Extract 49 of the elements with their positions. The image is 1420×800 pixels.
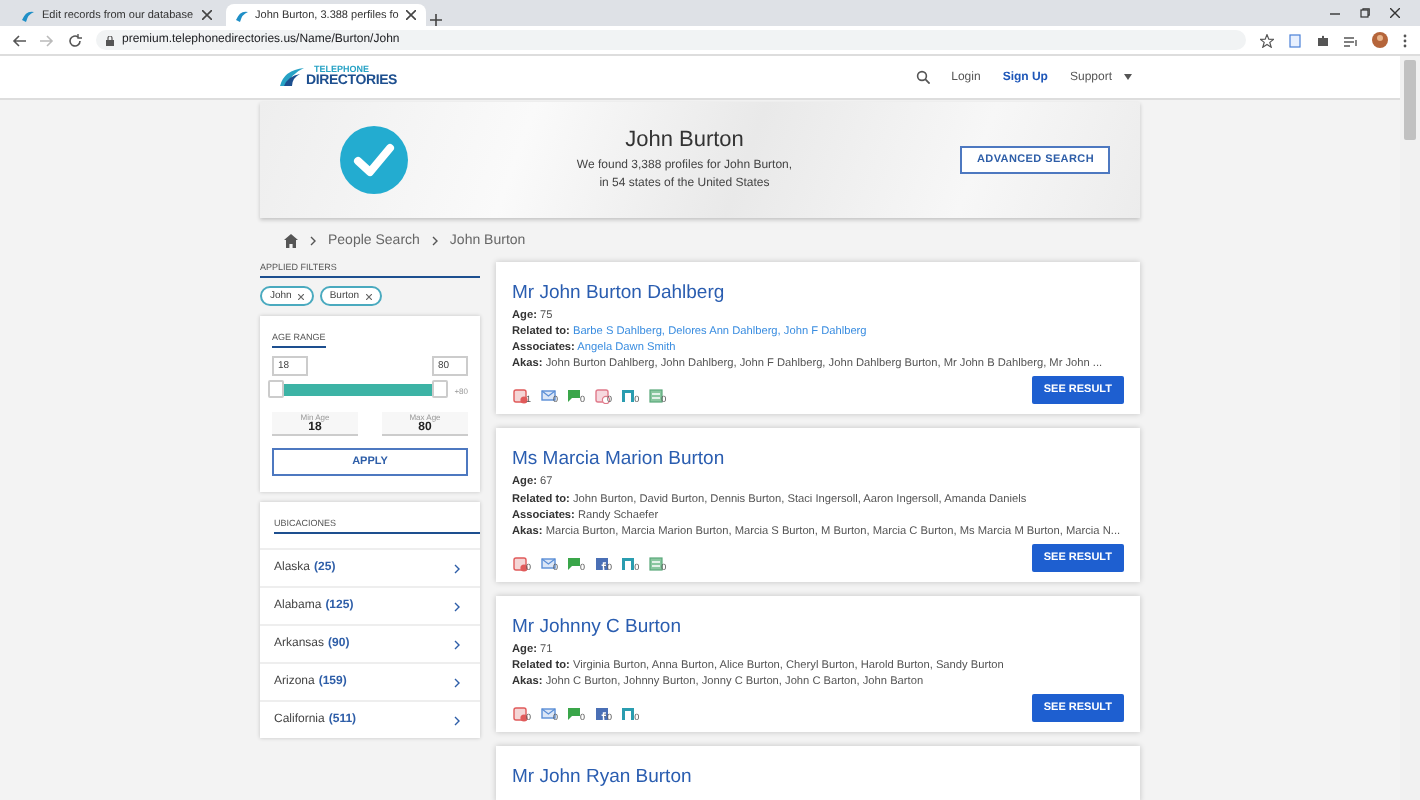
page-favicon-icon xyxy=(235,9,248,21)
result-name-link[interactable]: Mr John Ryan Burton xyxy=(512,766,692,789)
profile-name: John Burton xyxy=(625,128,744,153)
check-circle-icon xyxy=(340,126,408,194)
remove-icon xyxy=(297,293,304,299)
home-icon[interactable] xyxy=(284,233,298,247)
chevron-right-icon xyxy=(454,715,460,725)
chevron-right-icon xyxy=(454,601,460,611)
chevron-right-icon xyxy=(454,563,460,573)
more-menu-icon[interactable] xyxy=(1402,33,1408,47)
result-name-link[interactable]: Mr Johnny C Burton xyxy=(512,615,681,638)
document-icon xyxy=(647,388,664,405)
close-icon[interactable] xyxy=(201,10,212,20)
search-icon[interactable] xyxy=(915,70,930,84)
email-icon xyxy=(539,555,556,572)
new-tab-icon[interactable] xyxy=(430,14,443,26)
result-name-link[interactable]: Mr John Burton Dahlberg xyxy=(512,282,725,304)
star-icon[interactable] xyxy=(1260,33,1274,47)
back-arrow-icon[interactable] xyxy=(12,33,26,47)
document-icon xyxy=(647,555,664,572)
avatar-icon[interactable] xyxy=(1372,32,1388,48)
chat-icon xyxy=(566,555,583,572)
chevron-right-icon xyxy=(431,235,438,245)
email-icon xyxy=(539,388,556,405)
lock-icon xyxy=(106,35,114,45)
range-handle[interactable] xyxy=(268,380,284,398)
phone-icon xyxy=(512,555,528,572)
chevron-right-icon xyxy=(310,235,316,245)
email-icon xyxy=(539,706,556,723)
phone-icon xyxy=(512,706,528,723)
close-icon[interactable] xyxy=(406,10,417,20)
alert-icon xyxy=(593,388,610,405)
result-name-link[interactable]: Ms Marcia Marion Burton xyxy=(512,448,725,471)
facebook-icon xyxy=(593,706,610,723)
chat-icon xyxy=(566,706,583,723)
wave-logo-icon xyxy=(280,66,304,88)
range-handle[interactable] xyxy=(432,380,449,398)
minimize-icon[interactable] xyxy=(1330,8,1340,18)
remove-icon xyxy=(365,293,372,299)
facebook-icon xyxy=(593,555,610,572)
page-favicon-icon xyxy=(22,9,34,21)
chevron-right-icon xyxy=(454,639,460,649)
chevron-right-icon xyxy=(454,677,460,687)
phone-icon xyxy=(512,388,528,405)
reload-icon[interactable] xyxy=(68,33,82,47)
close-icon[interactable] xyxy=(1390,8,1400,18)
chat-icon xyxy=(566,388,583,405)
caret-icon xyxy=(1124,74,1132,80)
restore-icon[interactable] xyxy=(1360,8,1370,18)
